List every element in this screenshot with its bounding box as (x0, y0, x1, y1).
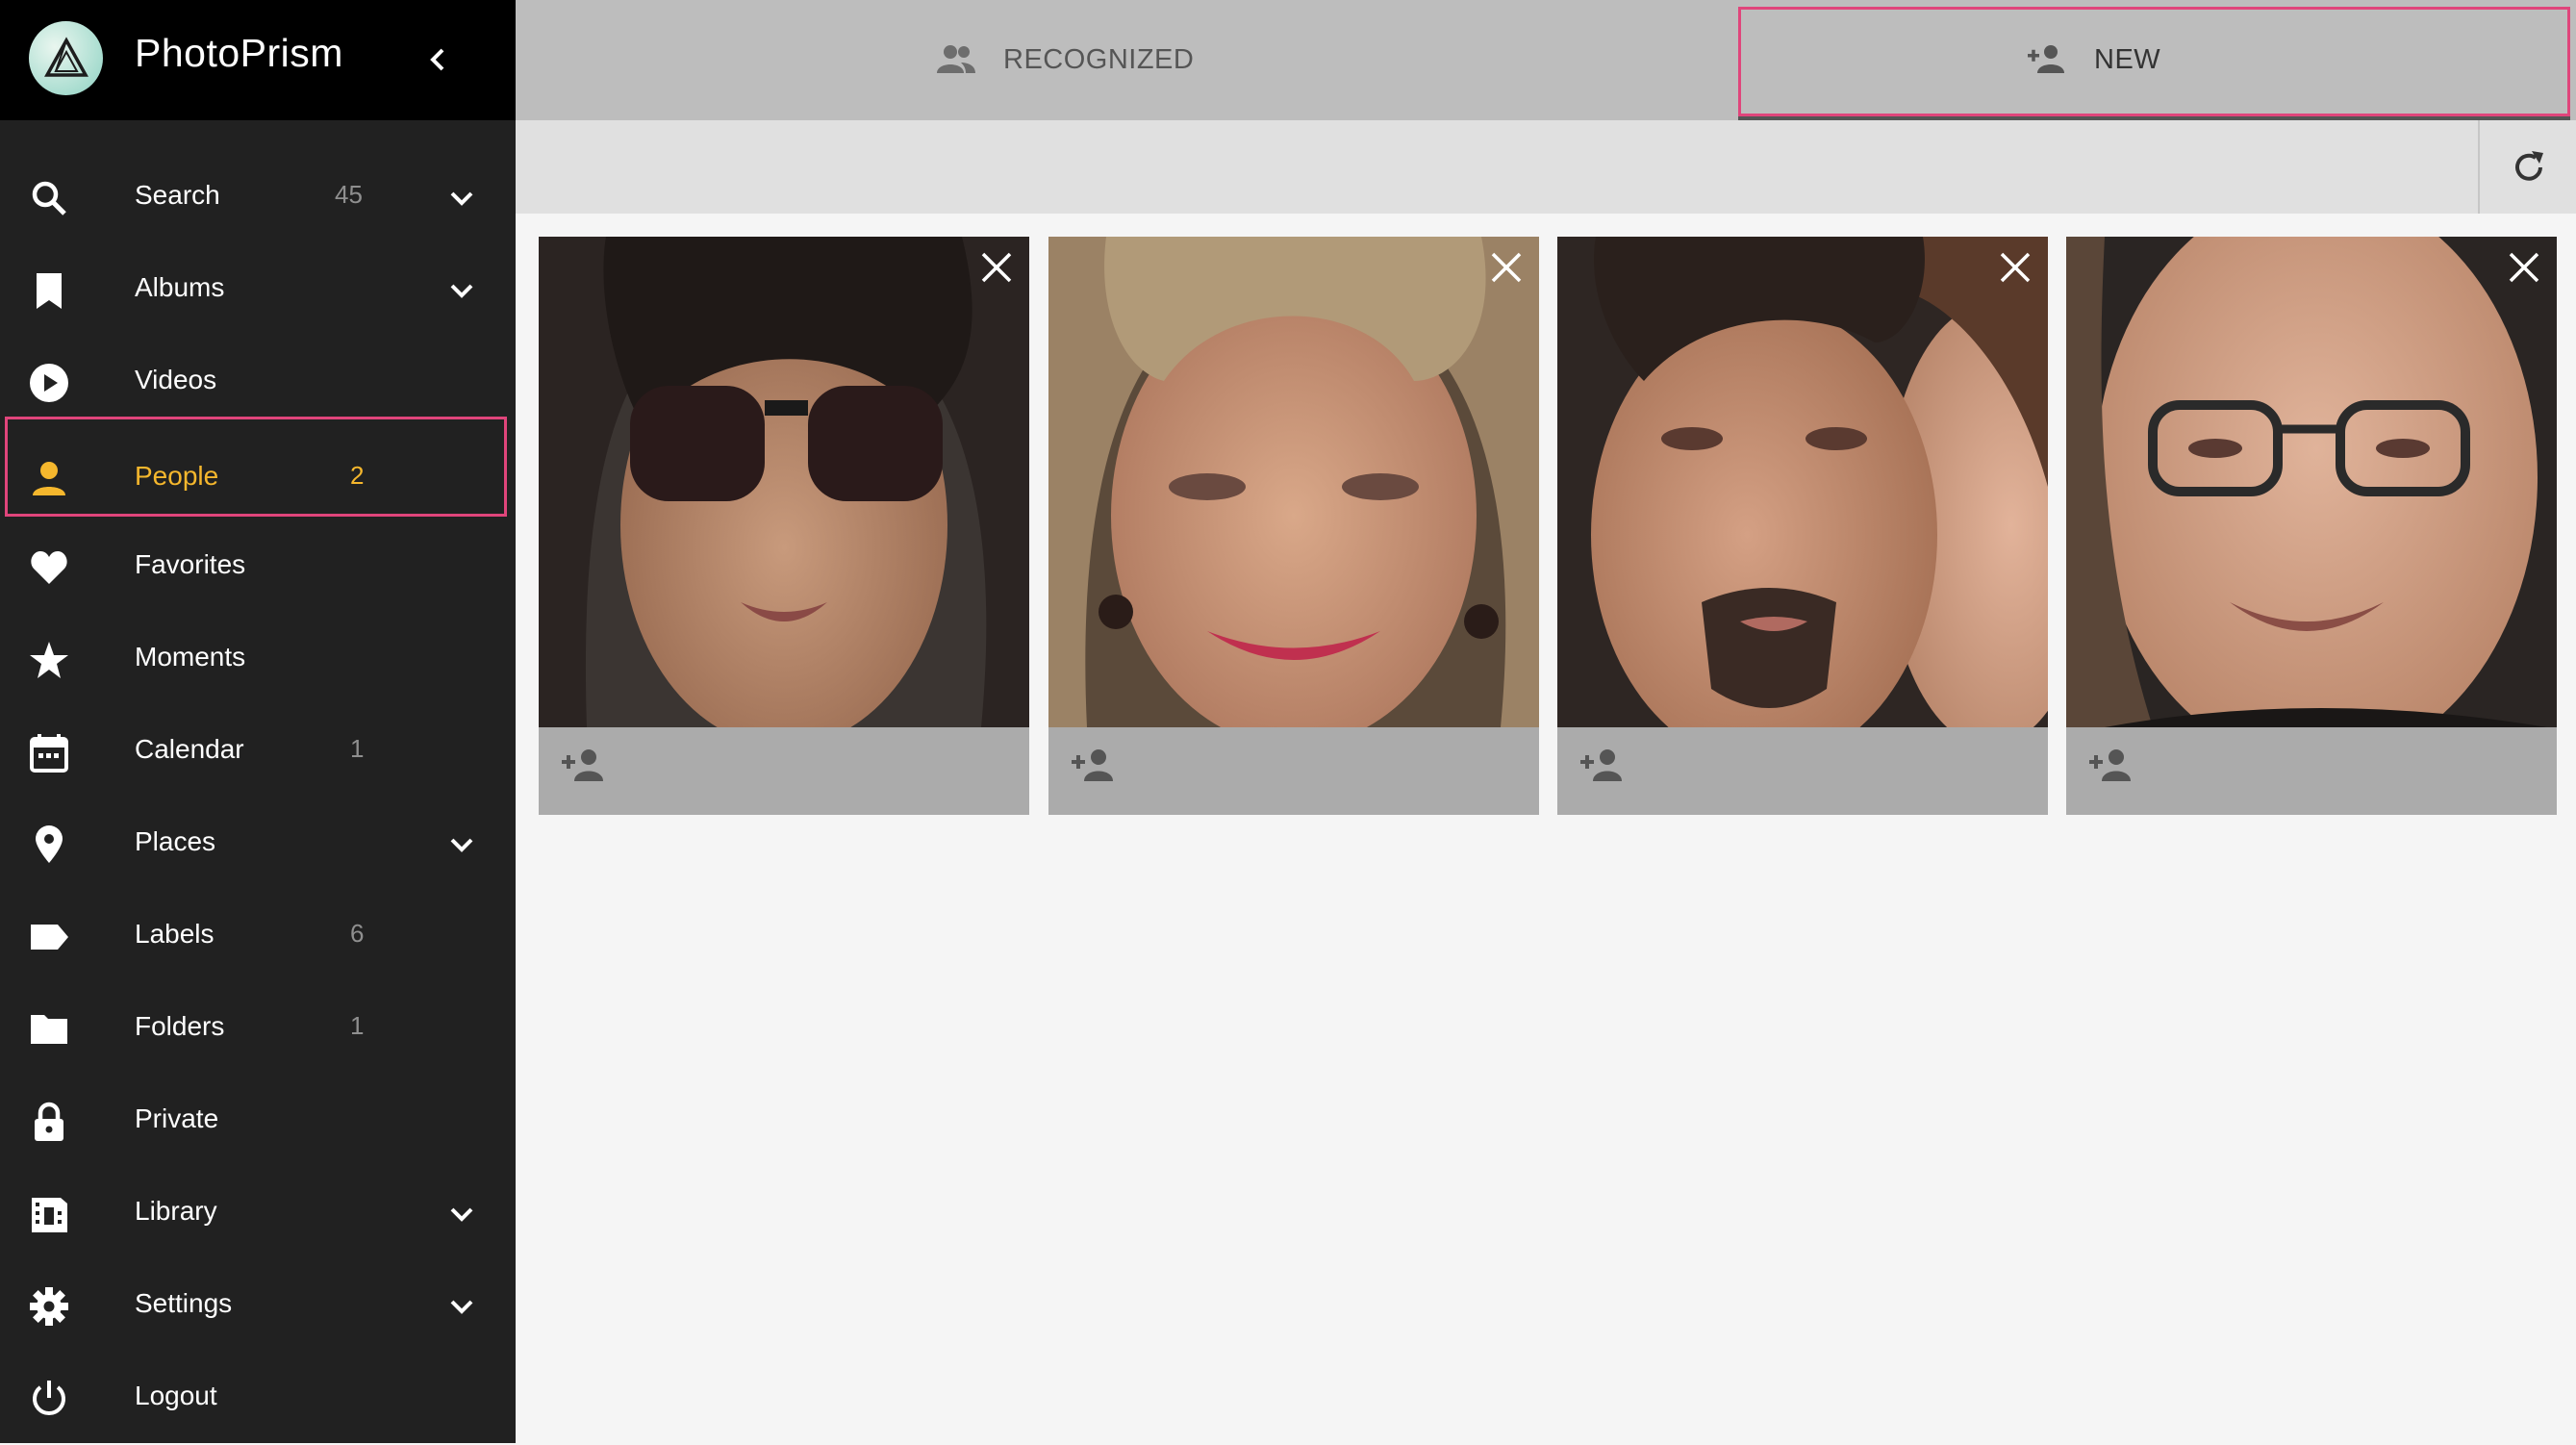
photoprism-logo[interactable] (29, 21, 103, 95)
sidebar-item-label: Private (135, 1103, 219, 1133)
selection-highlight (5, 417, 507, 517)
sidebar-item-places[interactable]: Places (0, 799, 516, 891)
toolbar (516, 120, 2576, 214)
face-photo[interactable] (1048, 237, 1539, 727)
tab-label: NEW (2094, 44, 2161, 75)
sidebar-item-label: Logout (135, 1381, 217, 1410)
people-icon (936, 42, 976, 77)
sidebar-item-settings[interactable]: Settings (0, 1260, 516, 1353)
close-icon[interactable] (975, 246, 1018, 289)
sidebar-item-count: 1 (350, 1011, 365, 1040)
close-icon[interactable] (1994, 246, 2036, 289)
collapse-sidebar-icon[interactable] (423, 40, 454, 79)
face-photo[interactable] (2066, 237, 2557, 727)
sidebar-item-favorites[interactable]: Favorites (0, 521, 516, 614)
sidebar-item-count: 2 (350, 461, 365, 490)
heart-icon (29, 547, 69, 588)
face-card (539, 237, 1029, 815)
sidebar-item-label: Calendar (135, 734, 244, 764)
sidebar-item-labels[interactable]: Labels 6 (0, 891, 516, 983)
sidebar-item-moments[interactable]: Moments (0, 614, 516, 706)
sidebar-item-label: Moments (135, 642, 246, 672)
play-circle-icon (29, 363, 69, 403)
close-icon[interactable] (1485, 246, 1528, 289)
tab-new[interactable]: NEW (1606, 0, 2576, 120)
sidebar-item-label: Labels (135, 919, 215, 949)
add-person-icon[interactable] (560, 747, 606, 785)
sidebar-item-library[interactable]: Library (0, 1168, 516, 1260)
app-title: PhotoPrism (135, 31, 343, 75)
toolbar-divider (2478, 120, 2480, 214)
face-photo[interactable] (539, 237, 1029, 727)
sidebar-item-label: Search (135, 180, 220, 210)
sidebar-item-count: 45 (335, 180, 363, 209)
sidebar-item-label: Albums (135, 272, 225, 302)
chevron-down-icon[interactable] (444, 827, 479, 862)
people-tabs: RECOGNIZED NEW (516, 0, 2576, 120)
bookmark-icon (29, 270, 69, 311)
sidebar-item-label: Videos (135, 365, 217, 394)
sidebar-item-label: Favorites (135, 549, 246, 579)
place-pin-icon (29, 824, 69, 865)
sidebar-item-label: People (135, 461, 219, 491)
star-icon (29, 640, 69, 680)
search-icon (29, 178, 69, 218)
folder-icon (29, 1009, 69, 1050)
sidebar-item-private[interactable]: Private (0, 1076, 516, 1168)
chevron-down-icon[interactable] (444, 273, 479, 308)
sidebar-item-label: Library (135, 1196, 217, 1226)
power-icon (29, 1379, 69, 1419)
add-person-icon[interactable] (2087, 747, 2134, 785)
add-person-icon[interactable] (1578, 747, 1625, 785)
sidebar-item-label: Settings (135, 1288, 233, 1318)
sidebar-item-calendar[interactable]: Calendar 1 (0, 706, 516, 799)
tab-label: RECOGNIZED (1003, 44, 1195, 75)
film-icon (29, 1194, 69, 1234)
calendar-icon (29, 732, 69, 773)
chevron-down-icon[interactable] (444, 1289, 479, 1324)
sidebar-item-search[interactable]: Search 45 (0, 152, 516, 244)
tab-recognized[interactable]: RECOGNIZED (516, 0, 1606, 120)
add-person-icon[interactable] (1070, 747, 1116, 785)
person-icon (29, 459, 69, 499)
person-add-icon (2026, 42, 2066, 77)
sidebar-item-albums[interactable]: Albums (0, 244, 516, 337)
face-card (1557, 237, 2048, 815)
refresh-icon[interactable] (2509, 147, 2549, 188)
sidebar-item-folders[interactable]: Folders 1 (0, 983, 516, 1076)
close-icon[interactable] (2503, 246, 2545, 289)
chevron-down-icon[interactable] (444, 181, 479, 215)
sidebar: PhotoPrism Search 45 Albums Videos Peopl… (0, 0, 516, 1443)
label-tag-icon (29, 917, 69, 957)
face-card (2066, 237, 2557, 815)
sidebar-item-label: Places (135, 826, 216, 856)
sidebar-item-label: Folders (135, 1011, 225, 1041)
brand-header: PhotoPrism (0, 0, 516, 120)
sidebar-item-logout[interactable]: Logout (0, 1353, 516, 1445)
face-card (1048, 237, 1539, 815)
chevron-down-icon[interactable] (444, 1197, 479, 1231)
face-photo[interactable] (1557, 237, 2048, 727)
sidebar-item-count: 6 (350, 919, 365, 948)
sidebar-item-count: 1 (350, 734, 365, 763)
gear-icon (29, 1286, 69, 1327)
lock-icon (29, 1102, 69, 1142)
sidebar-item-people[interactable]: People 2 (0, 414, 516, 517)
